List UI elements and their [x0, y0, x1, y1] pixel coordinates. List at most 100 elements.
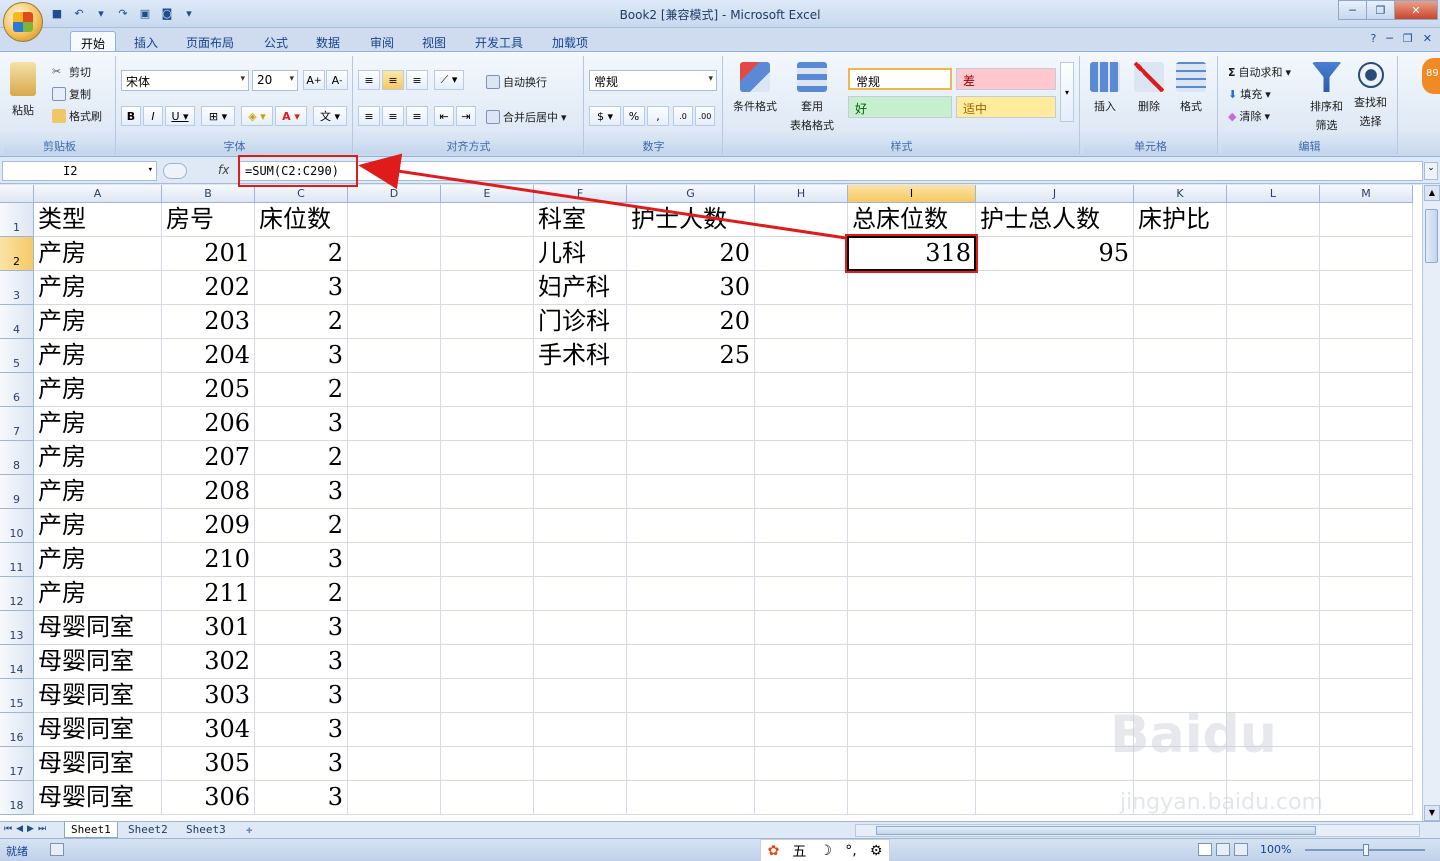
align-right-button[interactable]: ≡ [406, 106, 428, 126]
conditional-format-button[interactable]: 条件格式 [730, 62, 780, 114]
cell-g13[interactable] [627, 611, 755, 645]
cell-i12[interactable] [848, 577, 976, 611]
paw-icon[interactable]: ✿ [768, 843, 780, 859]
percent-button[interactable]: % [623, 106, 645, 126]
scroll-up-icon[interactable]: ▲ [1424, 185, 1440, 201]
tab-developer[interactable]: 开发工具 [465, 31, 533, 52]
cell-k15[interactable] [1134, 679, 1227, 713]
cell-l14[interactable] [1227, 645, 1320, 679]
shrink-font-button[interactable]: A- [326, 70, 348, 90]
cell-i16[interactable] [848, 713, 976, 747]
next-sheet-icon[interactable]: ▶ [27, 824, 34, 834]
cell-c13[interactable]: 3 [255, 611, 348, 645]
cell-d3[interactable] [348, 271, 441, 305]
cell-g6[interactable] [627, 373, 755, 407]
page-break-view-icon[interactable] [1234, 843, 1248, 856]
row-header-11[interactable]: 11 [0, 543, 34, 577]
cell-g16[interactable] [627, 713, 755, 747]
column-header-h[interactable]: H [755, 185, 848, 203]
styles-scroll-button[interactable]: ▾ [1060, 62, 1074, 122]
spreadsheet-grid[interactable]: A B C D E F G H I J K L M 1 类型 房号 床位数 科室 护士人数 总床位数 护士总人数 床护比 2… [0, 185, 1422, 821]
cell-k5[interactable] [1134, 339, 1227, 373]
cell-h6[interactable] [755, 373, 848, 407]
delete-cells-button[interactable]: 删除 [1134, 62, 1164, 114]
row-header-5[interactable]: 5 [0, 339, 34, 373]
cell-b18[interactable]: 306 [162, 781, 255, 815]
cell-h2[interactable] [755, 237, 848, 271]
cell-a6[interactable]: 产房 [34, 373, 162, 407]
zoom-knob[interactable] [1363, 844, 1369, 856]
tab-review[interactable]: 审阅 [360, 31, 404, 52]
cell-k14[interactable] [1134, 645, 1227, 679]
cell-g18[interactable] [627, 781, 755, 815]
cell-h9[interactable] [755, 475, 848, 509]
cell-m12[interactable] [1320, 577, 1413, 611]
cell-d1[interactable] [348, 203, 441, 237]
grow-font-button[interactable]: A + [303, 70, 325, 90]
wrap-text-button[interactable]: 自动换行 [486, 74, 547, 90]
ribbon-restore-icon[interactable]: ❐ [1403, 32, 1413, 45]
cell-c10[interactable]: 2 [255, 509, 348, 543]
cell-j4[interactable] [976, 305, 1134, 339]
cell-g11[interactable] [627, 543, 755, 577]
cell-k10[interactable] [1134, 509, 1227, 543]
cell-g2[interactable]: 20 [627, 237, 755, 271]
cell-a1[interactable]: 类型 [34, 203, 162, 237]
cell-j6[interactable] [976, 373, 1134, 407]
cell-c5[interactable]: 3 [255, 339, 348, 373]
row-header-1[interactable]: 1 [0, 203, 34, 237]
row-header-14[interactable]: 14 [0, 645, 34, 679]
clear-button[interactable]: ◆ 清除 ▾ [1228, 108, 1270, 124]
row-header-16[interactable]: 16 [0, 713, 34, 747]
cell-a13[interactable]: 母婴同室 [34, 611, 162, 645]
cell-k11[interactable] [1134, 543, 1227, 577]
row-header-10[interactable]: 10 [0, 509, 34, 543]
cell-e14[interactable] [441, 645, 534, 679]
column-header-m[interactable]: M [1320, 185, 1413, 203]
increase-indent-button[interactable]: ⇥ [456, 106, 476, 126]
cell-a5[interactable]: 产房 [34, 339, 162, 373]
cell-c4[interactable]: 2 [255, 305, 348, 339]
align-middle-button[interactable]: ≡ [382, 70, 404, 90]
cell-h5[interactable] [755, 339, 848, 373]
cell-c15[interactable]: 3 [255, 679, 348, 713]
prev-sheet-icon[interactable]: ◀ [16, 824, 23, 834]
cell-l3[interactable] [1227, 271, 1320, 305]
cell-l7[interactable] [1227, 407, 1320, 441]
cell-j5[interactable] [976, 339, 1134, 373]
help-icon[interactable]: ? [1370, 32, 1376, 45]
row-header-9[interactable]: 9 [0, 475, 34, 509]
cell-e4[interactable] [441, 305, 534, 339]
format-cells-button[interactable]: 格式 [1176, 62, 1206, 114]
cell-b14[interactable]: 302 [162, 645, 255, 679]
cell-f12[interactable] [534, 577, 627, 611]
cell-g5[interactable]: 25 [627, 339, 755, 373]
cell-m11[interactable] [1320, 543, 1413, 577]
autosum-button[interactable]: Σ 自动求和 ▾ [1228, 64, 1291, 80]
cell-l18[interactable] [1227, 781, 1320, 815]
tab-insert[interactable]: 插入 [124, 31, 168, 52]
cell-m1[interactable] [1320, 203, 1413, 237]
cell-d2[interactable] [348, 237, 441, 271]
cell-g10[interactable] [627, 509, 755, 543]
cell-c1[interactable]: 床位数 [255, 203, 348, 237]
column-header-a[interactable]: A [34, 185, 162, 203]
cell-i9[interactable] [848, 475, 976, 509]
cut-button[interactable]: ✂ 剪切 [52, 64, 91, 80]
cell-l8[interactable] [1227, 441, 1320, 475]
vertical-scrollbar[interactable]: ▲ ▼ [1422, 185, 1440, 821]
cell-h14[interactable] [755, 645, 848, 679]
column-header-c[interactable]: C [255, 185, 348, 203]
cell-j9[interactable] [976, 475, 1134, 509]
column-header-k[interactable]: K [1134, 185, 1227, 203]
cell-l15[interactable] [1227, 679, 1320, 713]
cell-i2[interactable]: 318 [848, 237, 976, 271]
zoom-slider[interactable] [1305, 844, 1425, 856]
column-header-f[interactable]: F [534, 185, 627, 203]
cell-l11[interactable] [1227, 543, 1320, 577]
row-header-15[interactable]: 15 [0, 679, 34, 713]
style-neutral[interactable]: 适中 [956, 96, 1056, 118]
row-header-8[interactable]: 8 [0, 441, 34, 475]
ribbon-minimize-icon[interactable]: ─ [1386, 32, 1393, 45]
cell-j14[interactable] [976, 645, 1134, 679]
